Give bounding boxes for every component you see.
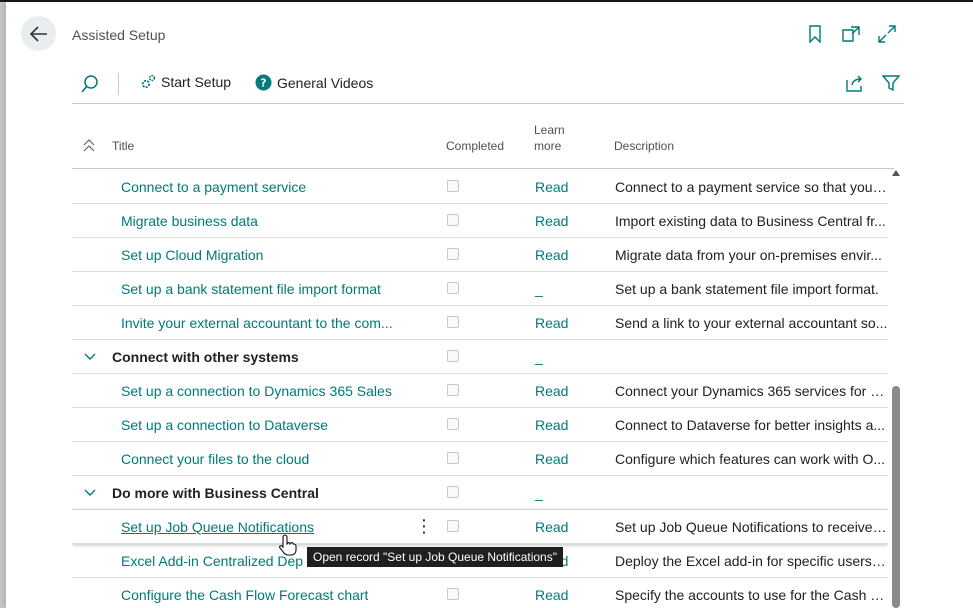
- gear-setup-icon: [141, 74, 156, 89]
- chevron-down-icon[interactable]: [84, 485, 96, 501]
- completed-checkbox: [447, 282, 459, 294]
- completed-checkbox: [447, 350, 459, 362]
- completed-checkbox: [447, 316, 459, 328]
- column-header-completed[interactable]: Completed: [446, 139, 504, 153]
- row-title-link[interactable]: Excel Add-in Centralized Dep: [121, 553, 303, 569]
- list-rows: Connect to a payment service Read Connec…: [72, 170, 888, 608]
- learn-more-link[interactable]: Read: [535, 315, 568, 331]
- table-row[interactable]: Configure the Cash Flow Forecast chart R…: [72, 578, 888, 608]
- column-header-title[interactable]: Title: [112, 139, 134, 153]
- general-videos-button[interactable]: ? General Videos: [255, 74, 373, 91]
- general-videos-label: General Videos: [277, 74, 374, 91]
- learn-more-link[interactable]: Read: [535, 519, 568, 535]
- row-title-link[interactable]: Set up a connection to Dataverse: [121, 417, 328, 433]
- learn-more-link[interactable]: Read: [535, 383, 568, 399]
- column-headers: Title Completed Learn more Description: [72, 105, 894, 169]
- column-header-learn-more-line1[interactable]: Learn: [534, 123, 565, 137]
- scroll-up-arrow-icon[interactable]: [892, 170, 900, 176]
- bookmark-icon[interactable]: [805, 24, 825, 44]
- row-title-link[interactable]: Configure the Cash Flow Forecast chart: [121, 587, 368, 603]
- learn-more-link[interactable]: Read: [535, 417, 568, 433]
- column-header-learn-more-line2[interactable]: more: [534, 139, 561, 153]
- assisted-setup-list: Title Completed Learn more Description C…: [72, 105, 904, 608]
- row-title-link[interactable]: Connect to a payment service: [121, 179, 306, 195]
- row-description: Specify the accounts to use for the Cash…: [615, 587, 888, 603]
- completed-checkbox: [447, 520, 459, 532]
- table-row[interactable]: Connect your files to the cloud Read Con…: [72, 442, 888, 476]
- scrollbar-thumb[interactable]: [892, 386, 900, 608]
- completed-checkbox: [447, 248, 459, 260]
- back-button[interactable]: [21, 16, 56, 51]
- row-description: Import existing data to Business Central…: [615, 213, 886, 229]
- group-title: Do more with Business Central: [112, 485, 319, 501]
- toolbar-divider: [118, 73, 119, 95]
- start-setup-button[interactable]: Start Setup: [140, 74, 231, 90]
- completed-checkbox: [447, 588, 459, 600]
- header-actions: [805, 24, 897, 44]
- row-title-link[interactable]: Connect your files to the cloud: [121, 451, 309, 467]
- table-row[interactable]: Invite your external accountant to the c…: [72, 306, 888, 340]
- learn-more-link[interactable]: Read: [535, 213, 568, 229]
- row-description: Migrate data from your on-premises envir…: [615, 247, 882, 263]
- row-description: Connect to Dataverse for better insights…: [615, 417, 886, 433]
- row-description: Connect your Dynamics 365 services for b…: [615, 383, 888, 399]
- row-title-link[interactable]: Set up a connection to Dynamics 365 Sale…: [121, 383, 392, 399]
- table-row[interactable]: Connect to a payment service Read Connec…: [72, 170, 888, 204]
- collapse-all-icon[interactable]: [82, 139, 96, 156]
- completed-checkbox: [447, 418, 459, 430]
- hand-cursor-icon: [279, 534, 297, 559]
- help-icon: ?: [255, 74, 272, 91]
- page-title: Assisted Setup: [72, 27, 166, 43]
- learn-more-link[interactable]: _: [535, 485, 543, 501]
- group-title: Connect with other systems: [112, 349, 299, 365]
- table-row[interactable]: Migrate business data Read Import existi…: [72, 204, 888, 238]
- row-description: Configure which features can work with O…: [615, 451, 886, 467]
- row-title-link[interactable]: Set up Job Queue Notifications: [121, 519, 314, 535]
- start-setup-label: Start Setup: [161, 74, 232, 90]
- completed-checkbox: [447, 384, 459, 396]
- group-row[interactable]: Do more with Business Central _: [72, 476, 888, 510]
- assisted-setup-panel: Assisted Setup Start Setup ? General Vid…: [6, 2, 973, 608]
- group-row[interactable]: Connect with other systems _: [72, 340, 888, 374]
- arrow-left-icon: [29, 25, 47, 42]
- row-title-link[interactable]: Set up a bank statement file import form…: [121, 281, 381, 297]
- share-icon[interactable]: [846, 74, 864, 95]
- row-description: Set up a bank statement file import form…: [615, 281, 879, 297]
- completed-checkbox: [447, 452, 459, 464]
- learn-more-link[interactable]: _: [535, 349, 543, 365]
- chevron-down-icon[interactable]: [84, 349, 96, 365]
- row-description: Set up Job Queue Notifications to receiv…: [615, 519, 888, 535]
- row-tooltip: Open record "Set up Job Queue Notificati…: [307, 547, 563, 567]
- completed-checkbox: [447, 214, 459, 226]
- completed-checkbox: [447, 486, 459, 498]
- vertical-scrollbar[interactable]: [890, 170, 902, 608]
- table-row[interactable]: Set up Cloud Migration Read Migrate data…: [72, 238, 888, 272]
- column-header-description[interactable]: Description: [614, 139, 674, 153]
- learn-more-link[interactable]: Read: [535, 587, 568, 603]
- learn-more-link[interactable]: Read: [535, 179, 568, 195]
- action-toolbar: Start Setup ? General Videos: [72, 66, 904, 104]
- filter-icon[interactable]: [881, 74, 901, 95]
- row-title-link[interactable]: Invite your external accountant to the c…: [121, 315, 393, 331]
- table-row[interactable]: Set up a bank statement file import form…: [72, 272, 888, 306]
- row-title-link[interactable]: Set up Cloud Migration: [121, 247, 263, 263]
- svg-text:?: ?: [260, 77, 266, 90]
- learn-more-link[interactable]: Read: [535, 451, 568, 467]
- table-row[interactable]: Set up a connection to Dataverse Read Co…: [72, 408, 888, 442]
- row-description: Deploy the Excel add-in for specific use…: [615, 553, 888, 569]
- expand-icon[interactable]: [877, 24, 897, 44]
- search-icon[interactable]: [80, 74, 100, 97]
- row-description: Connect to a payment service so that you…: [615, 179, 888, 195]
- learn-more-link[interactable]: Read: [535, 247, 568, 263]
- completed-checkbox: [447, 180, 459, 192]
- learn-more-link[interactable]: _: [535, 281, 543, 297]
- more-options-icon[interactable]: ⋮: [415, 516, 433, 537]
- row-title-link[interactable]: Migrate business data: [121, 213, 258, 229]
- open-new-window-icon[interactable]: [841, 24, 861, 44]
- table-row[interactable]: Set up a connection to Dynamics 365 Sale…: [72, 374, 888, 408]
- table-row-selected[interactable]: Set up Job Queue Notifications ⋮ Read Se…: [72, 510, 888, 544]
- row-description: Send a link to your external accountant …: [615, 315, 888, 331]
